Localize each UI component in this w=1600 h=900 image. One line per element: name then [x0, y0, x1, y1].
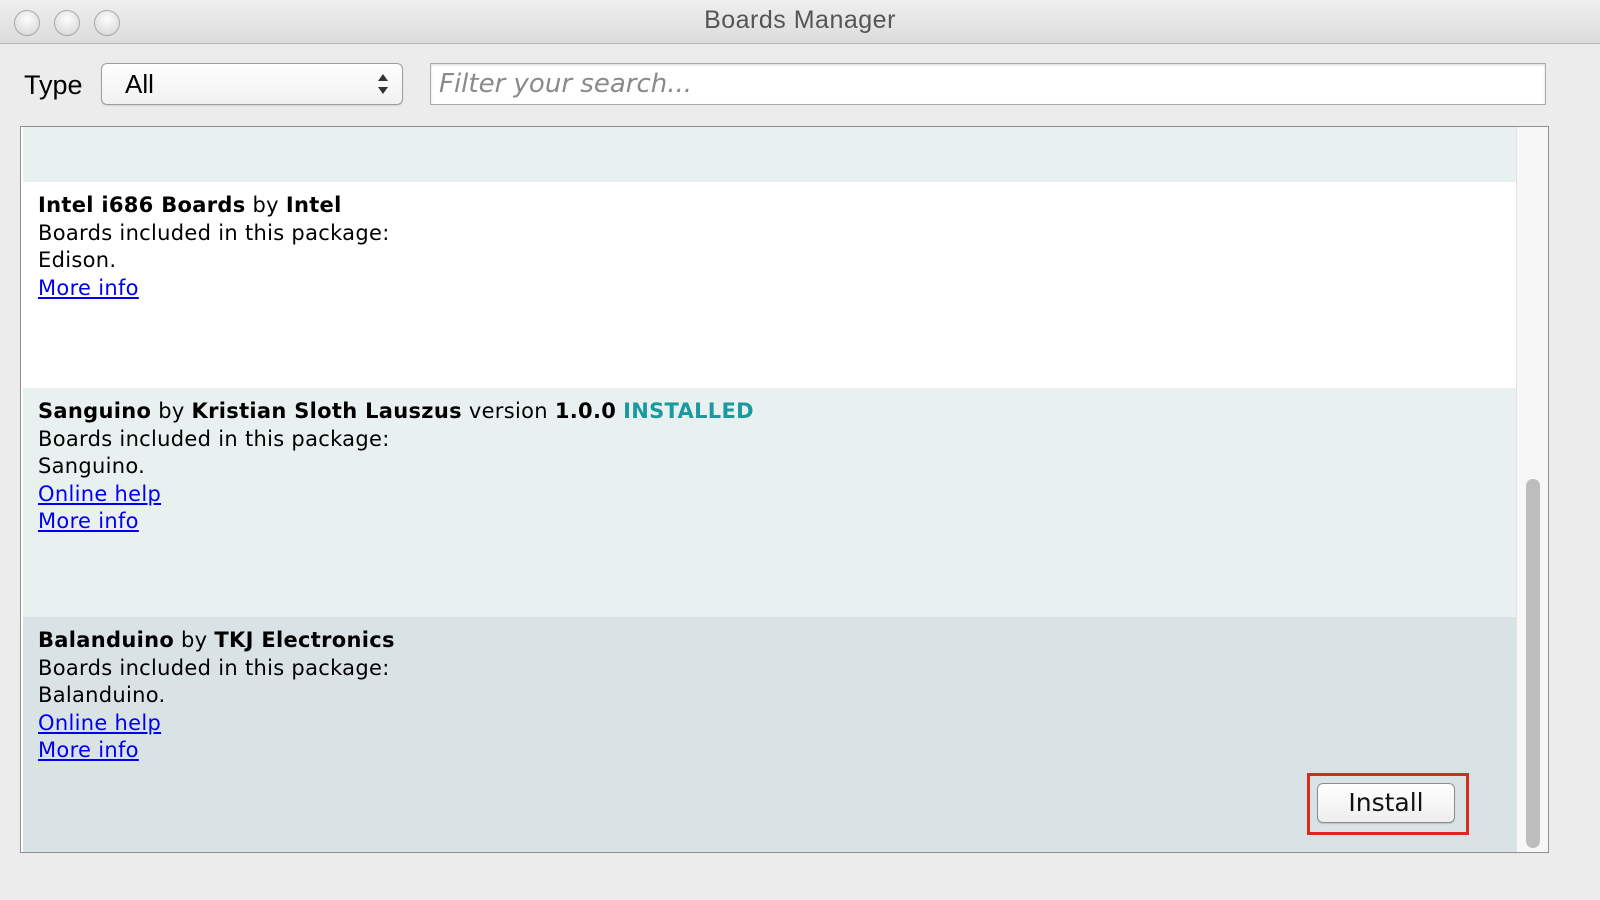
- package-list: Intel i686 Boards by Intel Boards includ…: [20, 126, 1549, 853]
- type-select-value: All: [125, 69, 154, 99]
- list-item[interactable]: [23, 127, 1516, 182]
- package-name: Intel i686 Boards: [38, 193, 246, 217]
- boards-label: Boards included in this package:: [38, 220, 390, 245]
- more-info-link[interactable]: More info: [38, 276, 139, 300]
- up-down-chevron-icon: [378, 74, 388, 94]
- online-help-link[interactable]: Online help: [38, 482, 161, 506]
- list-item[interactable]: Sanguino by Kristian Sloth Lauszus versi…: [23, 388, 1516, 617]
- package-version: 1.0.0: [554, 399, 617, 423]
- package-name: Balanduino: [38, 628, 175, 652]
- install-button[interactable]: Install: [1317, 783, 1455, 823]
- by-text: by: [181, 628, 208, 652]
- boards-list: Sanguino.: [38, 454, 146, 478]
- by-text: by: [252, 193, 279, 217]
- by-text: by: [158, 399, 185, 423]
- package-header: Intel i686 Boards by Intel: [38, 192, 390, 220]
- boards-label: Boards included in this package:: [38, 426, 390, 451]
- vertical-scrollbar[interactable]: [1516, 127, 1548, 852]
- package-name: Sanguino: [38, 399, 152, 423]
- more-info-link[interactable]: More info: [38, 738, 139, 762]
- boards-list: Edison.: [38, 248, 117, 272]
- type-label: Type: [24, 70, 83, 100]
- package-author: TKJ Electronics: [214, 628, 395, 652]
- type-select[interactable]: All: [101, 63, 403, 105]
- more-info-link[interactable]: More info: [38, 509, 139, 533]
- package-header: Balanduino by TKJ Electronics: [38, 627, 395, 655]
- boards-list: Balanduino.: [38, 683, 166, 707]
- window-title: Boards Manager: [704, 6, 896, 34]
- boards-manager-window: Boards Manager Type All Intel i686 Board…: [0, 0, 1600, 900]
- search-input[interactable]: [430, 63, 1546, 105]
- version-label: version: [468, 399, 548, 423]
- scrollbar-thumb[interactable]: [1526, 479, 1540, 848]
- package-author: Kristian Sloth Lauszus: [191, 399, 462, 423]
- installed-badge: INSTALLED: [623, 399, 754, 423]
- list-item[interactable]: Balanduino by TKJ Electronics Boards inc…: [23, 617, 1516, 852]
- title-bar: Boards Manager: [0, 0, 1600, 44]
- package-header: Sanguino by Kristian Sloth Lauszus versi…: [38, 398, 754, 426]
- online-help-link[interactable]: Online help: [38, 711, 161, 735]
- list-item[interactable]: Intel i686 Boards by Intel Boards includ…: [23, 182, 1516, 388]
- boards-label: Boards included in this package:: [38, 655, 390, 680]
- package-author: Intel: [285, 193, 342, 217]
